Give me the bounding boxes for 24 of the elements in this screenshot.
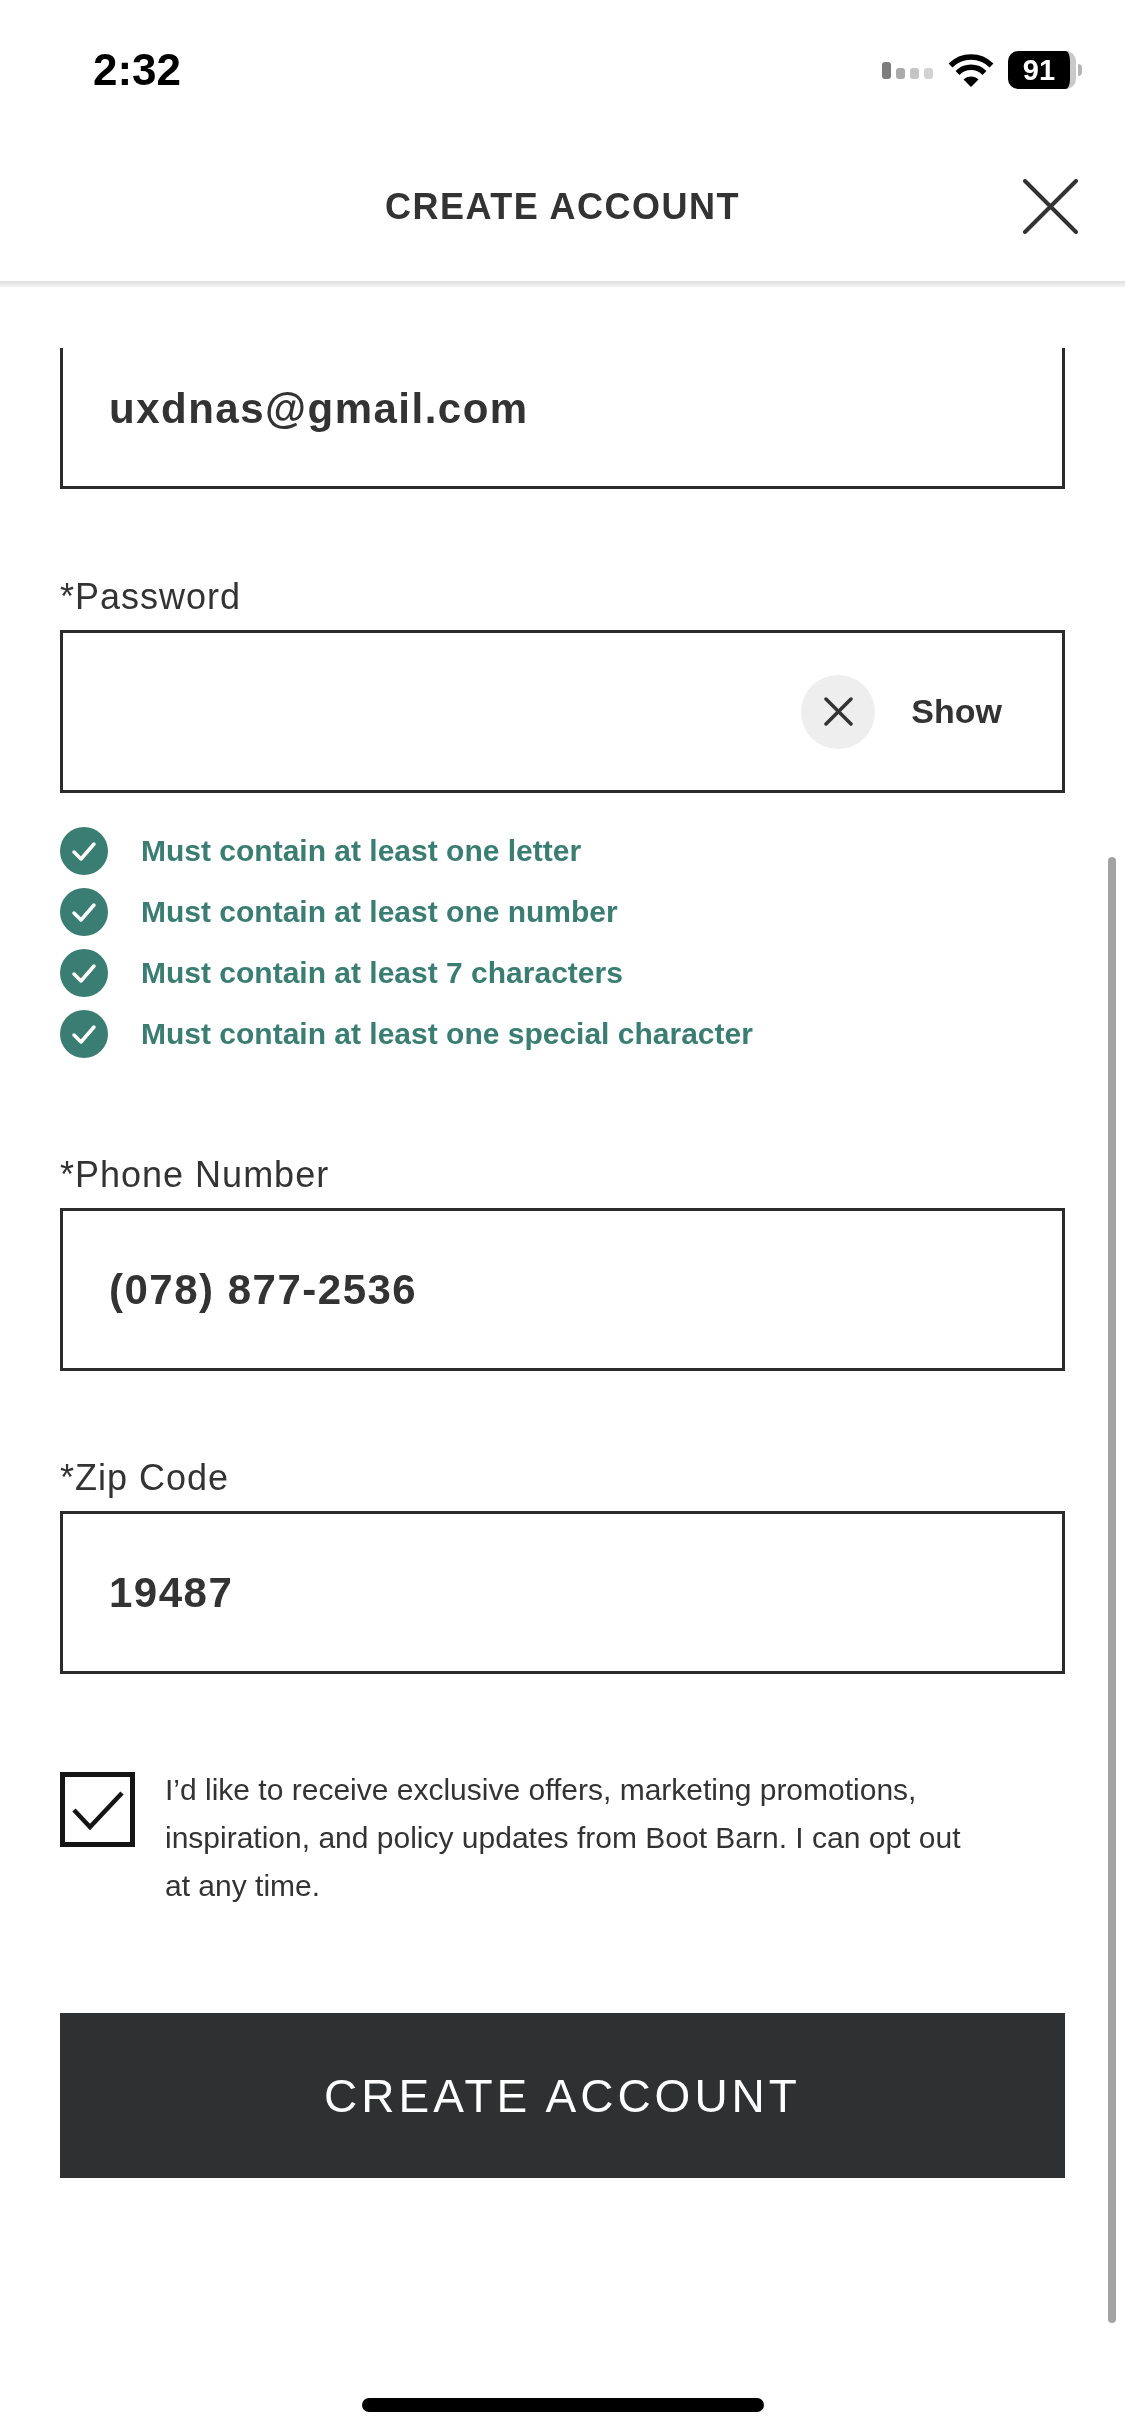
phone-field[interactable]: (078) 877-2536: [60, 1208, 1065, 1371]
checkmark-icon: [71, 1789, 124, 1830]
battery-percentage: 91: [1008, 51, 1076, 89]
email-field[interactable]: uxdnas@gmail.com: [60, 348, 1065, 489]
show-button[interactable]: Show: [911, 692, 1002, 731]
requirement-text: Must contain at least one number: [141, 894, 618, 929]
page-title: CREATE ACCOUNT: [385, 188, 740, 225]
close-icon: [823, 697, 853, 726]
battery-cap-icon: [1078, 64, 1082, 76]
requirement-text: Must contain at least one special character: [141, 1016, 753, 1051]
password-field[interactable]: Show: [60, 630, 1065, 793]
field-label: *Phone Number: [60, 1153, 330, 1197]
close-icon[interactable]: [1023, 179, 1078, 234]
create-account-button[interactable]: CREATE ACCOUNT: [60, 2013, 1065, 2178]
wifi-icon: [948, 53, 994, 87]
requirement-text: Must contain at least 7 characters: [141, 955, 623, 990]
consent-text: I’d like to receive exclusive offers, marketing promotions, inspiration, and policy updates from Boot Barn. I can opt out at any time.: [165, 1772, 962, 1904]
zip-code-field[interactable]: 19487: [60, 1511, 1065, 1674]
field-label: *Zip Code: [60, 1456, 230, 1500]
requirement-text: Must contain at least one letter: [141, 833, 582, 868]
signal-icon: [882, 61, 933, 79]
status-time: 2:32: [93, 48, 182, 92]
checkbox[interactable]: [60, 1772, 135, 1847]
field-label: *Password: [60, 575, 242, 619]
